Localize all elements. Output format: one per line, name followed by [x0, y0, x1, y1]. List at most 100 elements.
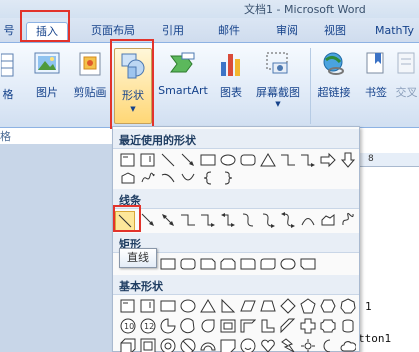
shape-rect-h[interactable] [299, 255, 317, 273]
chevron-down-icon: ▼ [275, 100, 281, 108]
shape-basic-folded-corner[interactable] [219, 337, 237, 352]
shape-textbox[interactable] [119, 151, 137, 169]
shape-curved-double-arrow[interactable] [279, 211, 297, 229]
shape-rect-d[interactable] [219, 255, 237, 273]
shape-vertical-textbox[interactable] [139, 151, 157, 169]
shape-basic-sun[interactable] [299, 337, 317, 352]
shape-triangle[interactable] [259, 151, 277, 169]
tab-view[interactable]: 视图 [320, 22, 350, 42]
shape-basic-cloud[interactable] [339, 337, 357, 352]
shape-basic-bevel[interactable] [139, 337, 157, 352]
picture-button[interactable]: 图片 [30, 50, 64, 100]
bookmark-button[interactable]: 书签 [360, 50, 392, 100]
doc-text-line1: 1 [365, 300, 372, 313]
shape-curve-2[interactable] [299, 211, 317, 229]
shape-basic-cross[interactable] [299, 317, 317, 335]
highlight-line-shape [113, 205, 141, 232]
shape-basic-moon[interactable] [319, 337, 337, 352]
shape-double-arrow[interactable] [159, 211, 177, 229]
shape-basic-parallelogram[interactable] [239, 297, 257, 315]
shape-rect-e[interactable] [239, 255, 257, 273]
shape-freeform[interactable] [119, 169, 137, 187]
shape-rect-b[interactable] [179, 255, 197, 273]
crossref-button[interactable]: 交叉 [394, 50, 419, 100]
shape-basic-oval[interactable] [179, 297, 197, 315]
shape-rect-c[interactable] [199, 255, 217, 273]
table-button[interactable]: 格 [0, 52, 16, 102]
shape-rect-f[interactable] [259, 255, 277, 273]
shape-basic-heptagon[interactable] [339, 297, 357, 315]
shape-basic-no-symbol[interactable] [179, 337, 197, 352]
chart-button[interactable]: 图表 [214, 50, 248, 100]
shape-basic-heart[interactable] [259, 337, 277, 352]
shape-elbow[interactable] [179, 211, 197, 229]
highlight-shapes-button [110, 39, 154, 129]
tab-start[interactable]: 号 [0, 22, 18, 42]
shape-scribble[interactable] [139, 169, 157, 187]
shape-basic-decagon[interactable]: 10 [119, 317, 137, 335]
clipart-button[interactable]: 剪贴画 [68, 50, 112, 100]
screenshot-label: 屏幕截图 [256, 86, 300, 99]
shape-basic-can[interactable] [339, 317, 357, 335]
recent-shapes-header: 最近使用的形状 [113, 129, 359, 149]
tab-mathtype[interactable]: MathTy [370, 22, 419, 42]
shape-basic-plaque[interactable] [319, 317, 337, 335]
shape-rect-a[interactable] [159, 255, 177, 273]
shape-basic-hexagon[interactable] [319, 297, 337, 315]
globe-link-icon [323, 52, 344, 75]
shape-basic-block-arc[interactable] [199, 337, 217, 352]
shape-basic-textbox[interactable] [119, 297, 137, 315]
shape-basic-cube[interactable] [119, 337, 137, 352]
shape-basic-trapezoid[interactable] [259, 297, 277, 315]
clipart-icon [79, 52, 101, 76]
shape-curved-connector[interactable] [239, 211, 257, 229]
screenshot-icon [266, 52, 288, 74]
shape-basic-teardrop[interactable] [199, 317, 217, 335]
shape-curved-arrow[interactable] [259, 211, 277, 229]
shape-rectangle[interactable] [199, 151, 217, 169]
shape-basic-diamond[interactable] [279, 297, 297, 315]
smartart-button[interactable]: SmartArt [156, 50, 210, 97]
document-background [0, 144, 112, 352]
shape-right-brace[interactable] [219, 169, 237, 187]
shape-basic-diagonal-stripe[interactable] [279, 317, 297, 335]
shape-basic-lightning[interactable] [279, 337, 297, 352]
tab-review[interactable]: 审阅 [272, 22, 302, 42]
shape-rect-g[interactable] [279, 255, 297, 273]
shape-basic-pentagon[interactable] [299, 297, 317, 315]
smartart-icon [170, 52, 195, 73]
shape-basic-triangle[interactable] [199, 297, 217, 315]
shape-oval[interactable] [219, 151, 237, 169]
shape-elbow-arrow-2[interactable] [199, 211, 217, 229]
shape-elbow-double-arrow[interactable] [219, 211, 237, 229]
shape-basic-vtextbox[interactable] [139, 297, 157, 315]
shape-basic-l-shape[interactable] [259, 317, 277, 335]
shape-arc[interactable] [159, 169, 177, 187]
shape-elbow-arrow[interactable] [299, 151, 317, 169]
shape-line-arrow[interactable] [139, 211, 157, 229]
hyperlink-button[interactable]: 超链接 [314, 50, 354, 100]
shape-rounded-rect[interactable] [239, 151, 257, 169]
shape-arrow[interactable] [179, 151, 197, 169]
shape-basic-smiley[interactable] [239, 337, 257, 352]
screenshot-button[interactable]: 屏幕截图 ▼ [250, 50, 306, 108]
shape-curve[interactable] [179, 169, 197, 187]
shape-line[interactable] [159, 151, 177, 169]
shape-left-brace[interactable] [199, 169, 217, 187]
shape-basic-half-frame[interactable] [239, 317, 257, 335]
shape-basic-donut[interactable] [159, 337, 177, 352]
shape-basic-dodecagon[interactable]: 12 [139, 317, 157, 335]
shape-basic-frame[interactable] [219, 317, 237, 335]
shape-basic-right-triangle[interactable] [219, 297, 237, 315]
shape-right-arrow[interactable] [319, 151, 337, 169]
shape-down-arrow[interactable] [339, 151, 357, 169]
tab-references[interactable]: 引用 [158, 22, 188, 42]
shape-elbow-connector[interactable] [279, 151, 297, 169]
shape-basic-pie[interactable] [159, 317, 177, 335]
tab-mailings[interactable]: 邮件 [214, 22, 244, 42]
svg-text:12: 12 [144, 322, 154, 331]
shape-scribble-2[interactable] [339, 211, 357, 229]
shape-basic-chord[interactable] [179, 317, 197, 335]
shape-freeform-2[interactable] [319, 211, 337, 229]
shape-basic-rect[interactable] [159, 297, 177, 315]
